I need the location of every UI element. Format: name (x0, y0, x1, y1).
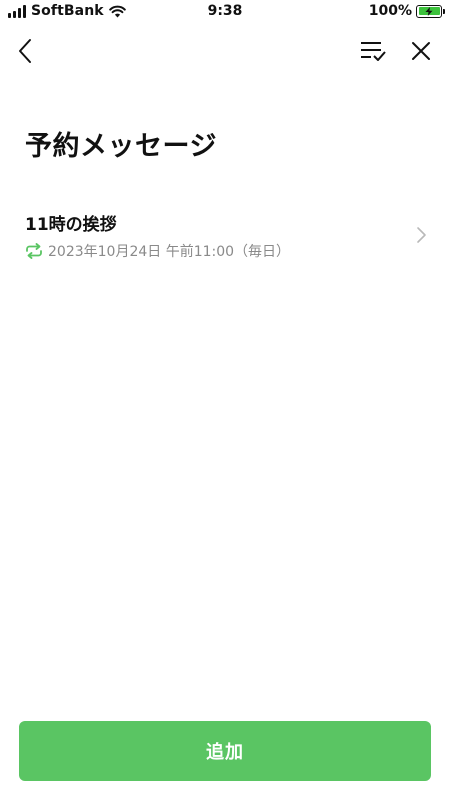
reservation-item[interactable]: 11時の挨拶 2023年10月24日 午前11:00（毎日） (0, 198, 450, 274)
reservation-meta: 2023年10月24日 午前11:00（毎日） (25, 241, 290, 261)
chevron-right-icon (417, 227, 426, 243)
chevron-left-icon (19, 39, 31, 63)
page-title: 予約メッセージ (25, 131, 217, 162)
battery-charging-icon (416, 4, 445, 18)
back-button[interactable] (10, 36, 40, 66)
battery-level (418, 6, 440, 16)
repeat-icon (26, 243, 42, 259)
add-button[interactable]: 追加 (19, 721, 431, 781)
close-icon (412, 42, 430, 60)
reservation-schedule: 2023年10月24日 午前11:00（毎日） (48, 244, 291, 260)
charging-bolt-icon (425, 6, 433, 16)
status-bar: SoftBank 9:38 100% (0, 0, 450, 24)
close-button[interactable] (406, 36, 436, 66)
navigation-bar (0, 28, 450, 74)
checklist-icon (361, 42, 386, 61)
status-right: 100% (368, 3, 445, 19)
battery-percent: 100% (368, 3, 412, 19)
reservation-title: 11時の挨拶 (25, 215, 117, 235)
select-items-button[interactable] (358, 36, 388, 66)
